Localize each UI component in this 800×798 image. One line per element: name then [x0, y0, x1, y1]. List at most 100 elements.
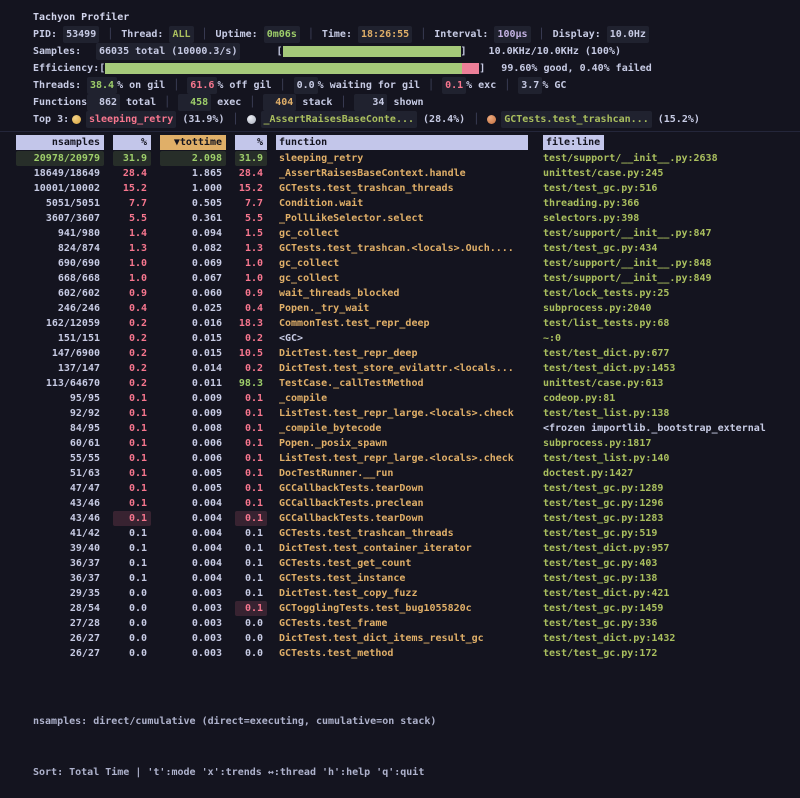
function-cell: DocTestRunner.__run [276, 466, 528, 481]
table-row[interactable]: 43/460.10.0040.1GCCallbackTests.tearDown… [0, 511, 800, 526]
table-row[interactable]: 29/350.00.0030.1DictTest.test_copy_fuzzt… [0, 586, 800, 601]
table-row[interactable]: 92/920.10.0090.1ListTest.test_repr_large… [0, 406, 800, 421]
pct-direct-cell: 0.1 [113, 541, 151, 556]
pct-cumulative-cell: 1.0 [235, 256, 267, 271]
pct-direct-cell: 0.1 [113, 451, 151, 466]
file-line-cell: test/test_gc.py:403 [537, 556, 800, 571]
function-cell: Condition.wait [276, 196, 528, 211]
column-header-nsamples[interactable]: nsamples [16, 135, 104, 150]
interval-label: Interval: [434, 26, 488, 43]
threads-label: Threads: [33, 77, 87, 94]
table-row[interactable]: 162/120590.20.01618.3CommonTest.test_rep… [0, 316, 800, 331]
table-row[interactable]: 3607/36075.50.3615.5_PollLikeSelector.se… [0, 211, 800, 226]
thread-stat-label: % exc [466, 77, 496, 94]
table-row[interactable]: 41/420.10.0040.1GCTests.test_trashcan_th… [0, 526, 800, 541]
column-header-tottime-sorted[interactable]: ▼tottime [160, 135, 226, 150]
pct-cumulative-cell: 0.1 [235, 481, 267, 496]
table-row[interactable]: 51/630.10.0050.1DocTestRunner.__rundocte… [0, 466, 800, 481]
interval-value: 100μs [494, 26, 530, 43]
tottime-cell: 0.005 [160, 466, 226, 481]
tottime-cell: 0.003 [160, 616, 226, 631]
thread-value: ALL [169, 26, 193, 43]
table-row[interactable]: 84/950.10.0080.1_compile_bytecode<frozen… [0, 421, 800, 436]
pct-direct-cell: 0.1 [113, 466, 151, 481]
thread-stat-value: 0.1 [442, 77, 466, 94]
file-line-cell: test/test_gc.py:1289 [537, 481, 800, 496]
function-stat-label: shown [387, 94, 423, 111]
table-row[interactable]: 147/69000.20.01510.5DictTest.test_repr_d… [0, 346, 800, 361]
nsamples-cell: 113/64670 [16, 376, 104, 391]
table-row[interactable]: 824/8741.30.0821.3GCTests.test_trashcan.… [0, 241, 800, 256]
separator: │ [428, 77, 434, 94]
tottime-cell: 0.060 [160, 286, 226, 301]
table-row[interactable]: 941/9801.40.0941.5gc_collecttest/support… [0, 226, 800, 241]
pct-cumulative-cell: 0.1 [235, 526, 267, 541]
column-header-file[interactable]: file:line [543, 135, 604, 150]
table-row[interactable]: 36/370.10.0040.1GCTests.test_instancetes… [0, 571, 800, 586]
function-cell: gc_collect [276, 256, 528, 271]
threads-stats: 38.4% on gil│61.6% off gil│0.0% waiting … [87, 77, 566, 94]
function-stat-label: stack [296, 94, 332, 111]
function-cell: DictTest.test_repr_deep [276, 346, 528, 361]
column-header-pct2[interactable]: % [235, 135, 267, 150]
table-row[interactable]: 43/460.10.0040.1GCCallbackTests.preclean… [0, 496, 800, 511]
tottime-cell: 0.008 [160, 421, 226, 436]
pct-direct-cell: 0.1 [113, 556, 151, 571]
table-row[interactable]: 95/950.10.0090.1_compilecodeop.py:81 [0, 391, 800, 406]
function-cell: ListTest.test_repr_large.<locals>.check [276, 406, 528, 421]
table-row[interactable]: 60/610.10.0060.1Popen._posix_spawnsubpro… [0, 436, 800, 451]
separator: │ [232, 111, 238, 128]
table-row[interactable]: 5051/50517.70.5057.7Condition.waitthread… [0, 196, 800, 211]
table-row[interactable]: 39/400.10.0040.1DictTest.test_container_… [0, 541, 800, 556]
table-row[interactable]: 151/1510.20.0150.2<GC>~:0 [0, 331, 800, 346]
table-row[interactable]: 36/370.10.0040.1GCTests.test_get_countte… [0, 556, 800, 571]
thread-stat-label: % GC [542, 77, 566, 94]
table-row[interactable]: 137/1470.20.0140.2DictTest.test_store_ev… [0, 361, 800, 376]
function-cell: <GC> [276, 331, 528, 346]
function-cell: GCTests.test_get_count [276, 556, 528, 571]
table-row[interactable]: 113/646700.20.01198.3TestCase._callTestM… [0, 376, 800, 391]
nsamples-cell: 39/40 [16, 541, 104, 556]
pid-value: 53499 [63, 26, 99, 43]
table-row[interactable]: 47/470.10.0050.1GCCallbackTests.tearDown… [0, 481, 800, 496]
function-cell: ListTest.test_repr_large.<locals>.check [276, 451, 528, 466]
nsamples-cell: 941/980 [16, 226, 104, 241]
table-row[interactable]: 10001/1000215.21.00015.2GCTests.test_tra… [0, 181, 800, 196]
table-row[interactable]: 602/6020.90.0600.9wait_threads_blockedte… [0, 286, 800, 301]
file-line-cell: test/test_gc.py:1283 [537, 511, 800, 526]
pct-direct-cell: 0.2 [113, 331, 151, 346]
table-row[interactable]: 26/270.00.0030.0GCTests.test_methodtest/… [0, 646, 800, 661]
table-row[interactable]: 246/2460.40.0250.4Popen._try_waitsubproc… [0, 301, 800, 316]
column-header-function[interactable]: function [276, 135, 528, 150]
function-cell: GCCallbackTests.tearDown [276, 511, 528, 526]
function-cell: GCTests.test_method [276, 646, 528, 661]
table-row[interactable]: 27/280.00.0030.0GCTests.test_frametest/t… [0, 616, 800, 631]
file-line-cell: codeop.py:81 [537, 391, 800, 406]
thread-stat-value: 38.4 [87, 77, 117, 94]
pct-direct-cell: 0.0 [113, 631, 151, 646]
file-line-cell: test/test_gc.py:1459 [537, 601, 800, 616]
column-header-pct1[interactable]: % [113, 135, 151, 150]
thread-stat-label: % on gil [117, 77, 165, 94]
pct-direct-cell: 0.2 [113, 346, 151, 361]
file-line-cell: test/test_dict.py:421 [537, 586, 800, 601]
table-row[interactable]: 20978/2097931.92.09831.9sleeping_retryte… [0, 151, 800, 166]
tottime-cell: 0.005 [160, 481, 226, 496]
table-row[interactable]: 690/6901.00.0691.0gc_collecttest/support… [0, 256, 800, 271]
pct-cumulative-cell: 0.1 [235, 421, 267, 436]
table-row[interactable]: 668/6681.00.0671.0gc_collecttest/support… [0, 271, 800, 286]
file-line-cell: test/test_gc.py:1296 [537, 496, 800, 511]
footer: nsamples: direct/cumulative (direct=exec… [33, 679, 800, 798]
nsamples-cell: 47/47 [16, 481, 104, 496]
table-row[interactable]: 26/270.00.0030.0DictTest.test_dict_items… [0, 631, 800, 646]
table-row[interactable]: 28/540.00.0030.1GCTogglingTests.test_bug… [0, 601, 800, 616]
table-row[interactable]: 55/550.10.0060.1ListTest.test_repr_large… [0, 451, 800, 466]
efficiency-bar-good [105, 63, 462, 74]
efficiency-line: Efficiency: [ ] 99.60% good, 0.40% faile… [0, 60, 800, 77]
samples-rate: 10.0KHz/10.0KHz (100%) [489, 43, 621, 60]
file-line-cell: test/support/__init__.py:848 [537, 256, 800, 271]
bronze-medal-icon [487, 115, 496, 124]
tottime-cell: 0.069 [160, 256, 226, 271]
pct-cumulative-cell: 0.0 [235, 646, 267, 661]
table-row[interactable]: 18649/1864928.41.86528.4_AssertRaisesBas… [0, 166, 800, 181]
